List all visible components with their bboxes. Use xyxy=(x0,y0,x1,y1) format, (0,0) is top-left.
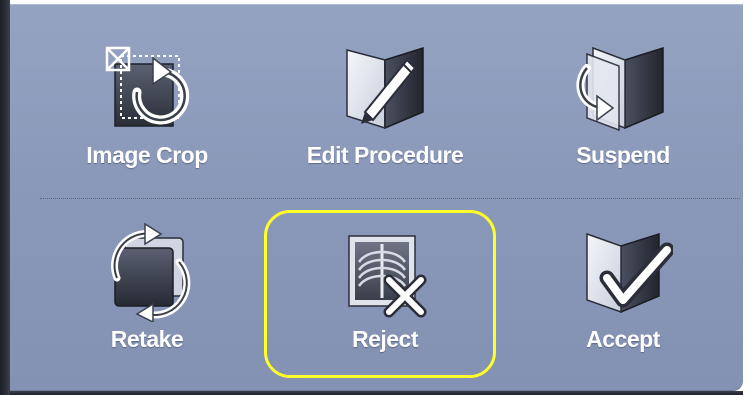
edit-procedure-label: Edit Procedure xyxy=(306,142,464,168)
suspend-icon xyxy=(568,38,678,138)
reject-label: Reject xyxy=(351,326,419,352)
edit-procedure-icon xyxy=(330,38,440,138)
accept-button[interactable]: Accept xyxy=(508,200,738,370)
image-crop-icon xyxy=(92,38,202,138)
suspend-button[interactable]: Suspend xyxy=(508,0,738,170)
reject-icon xyxy=(330,222,440,322)
action-panel-window: Image Crop Edit Procedure Suspend Retake… xyxy=(0,0,751,395)
retake-icon xyxy=(92,222,202,322)
left-edge-border xyxy=(0,0,10,395)
accept-label: Accept xyxy=(586,326,660,352)
edit-procedure-button[interactable]: Edit Procedure xyxy=(270,0,500,170)
retake-label: Retake xyxy=(110,326,184,352)
reject-button[interactable]: Reject xyxy=(270,200,500,370)
accept-icon xyxy=(568,222,678,322)
panel-bottom-edge xyxy=(10,391,743,395)
image-crop-label: Image Crop xyxy=(86,142,208,168)
retake-button[interactable]: Retake xyxy=(32,200,262,370)
image-crop-button[interactable]: Image Crop xyxy=(32,0,262,170)
row-divider xyxy=(40,198,740,199)
suspend-label: Suspend xyxy=(576,142,670,168)
